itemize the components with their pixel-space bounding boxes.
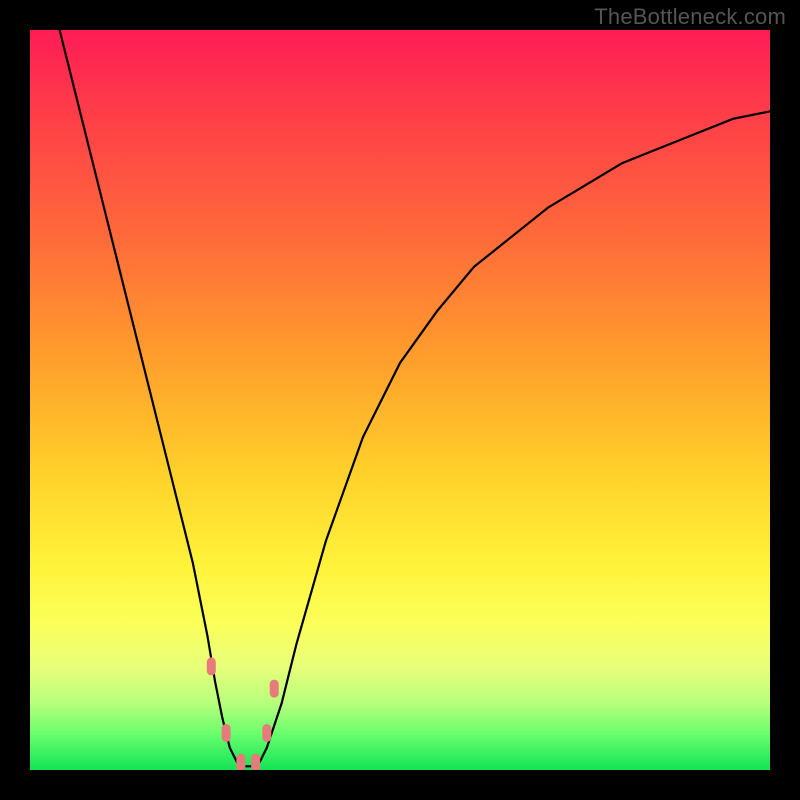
curve-marker [236,754,245,770]
curve-marker [251,754,260,770]
plot-area [30,30,770,770]
curve-marker [222,724,231,742]
curve-markers [207,657,279,770]
curve-marker [270,680,279,698]
curve-marker [262,724,271,742]
plot-inner [30,30,770,770]
bottleneck-curve [60,30,770,766]
curve-svg [30,30,770,770]
watermark-text: TheBottleneck.com [594,4,786,30]
chart-frame: TheBottleneck.com [0,0,800,800]
curve-marker [207,657,216,675]
